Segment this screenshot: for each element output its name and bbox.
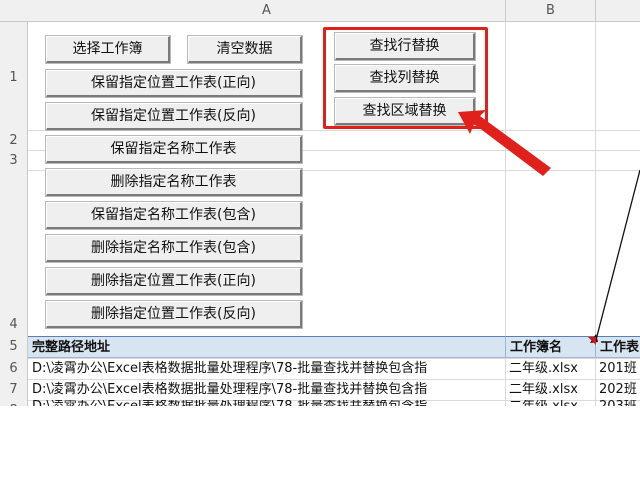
row-header-6[interactable]: 6 — [0, 358, 28, 379]
connector-line — [590, 169, 640, 343]
keep-name-button[interactable]: 保留指定名称工作表 — [46, 136, 302, 163]
spreadsheet: A B 1 2 3 4 5 6 7 8 完整路径地址 工作簿名 工作表 D:\凌… — [0, 0, 640, 406]
row-header-7[interactable]: 7 — [0, 379, 28, 400]
keep-position-reverse-button[interactable]: 保留指定位置工作表(反向) — [46, 103, 302, 130]
cell-path[interactable]: D:\凌霄办公\Excel表格数据批量处理程序\78-批量查找并替换包含指 — [28, 358, 505, 379]
header-full-path[interactable]: 完整路径地址 — [28, 336, 505, 358]
header-worksheet[interactable]: 工作表 — [595, 336, 640, 358]
row-header-5[interactable]: 5 — [0, 336, 28, 358]
select-all-corner[interactable] — [0, 0, 28, 22]
delete-name-contains-button[interactable]: 删除指定名称工作表(包含) — [46, 235, 302, 262]
delete-name-button[interactable]: 删除指定名称工作表 — [46, 169, 302, 196]
column-header-c[interactable] — [595, 0, 640, 22]
grid-line — [28, 130, 640, 131]
cell-workbook[interactable]: 二年级.xlsx — [505, 358, 595, 379]
delete-position-forward-button[interactable]: 删除指定位置工作表(正向) — [46, 268, 302, 295]
header-workbook-name[interactable]: 工作簿名 — [505, 336, 595, 358]
cell-workbook[interactable]: 二年级.xlsx — [505, 379, 595, 400]
clear-data-button[interactable]: 清空数据 — [188, 36, 302, 63]
cell-sheet[interactable]: 201班 — [595, 358, 640, 379]
cell-path[interactable]: D:\凌霄办公\Excel表格数据批量处理程序\78-批量查找并替换包含指 — [28, 379, 505, 400]
column-header-a[interactable]: A — [28, 0, 505, 22]
cell-sheet[interactable]: 202班 — [595, 379, 640, 400]
row-header-8[interactable]: 8 — [0, 400, 28, 406]
row-header-4[interactable]: 4 — [0, 170, 28, 336]
row-header-1[interactable]: 1 — [0, 22, 28, 130]
highlight-box — [323, 27, 488, 129]
row-header-3[interactable]: 3 — [0, 150, 28, 170]
cell-workbook[interactable]: 二年级.xlsx — [505, 400, 595, 406]
column-header-b[interactable]: B — [505, 0, 595, 22]
keep-name-contains-button[interactable]: 保留指定名称工作表(包含) — [46, 202, 302, 229]
cell-path[interactable]: D:\凌霄办公\Excel表格数据批量处理程序\78-批量查找并替换包含指 — [28, 400, 505, 406]
keep-position-forward-button[interactable]: 保留指定位置工作表(正向) — [46, 70, 302, 97]
delete-position-reverse-button[interactable]: 删除指定位置工作表(反向) — [46, 301, 302, 328]
select-workbook-button[interactable]: 选择工作簿 — [46, 36, 170, 63]
cell-sheet[interactable]: 203班 — [595, 400, 640, 406]
row-header-2[interactable]: 2 — [0, 130, 28, 150]
